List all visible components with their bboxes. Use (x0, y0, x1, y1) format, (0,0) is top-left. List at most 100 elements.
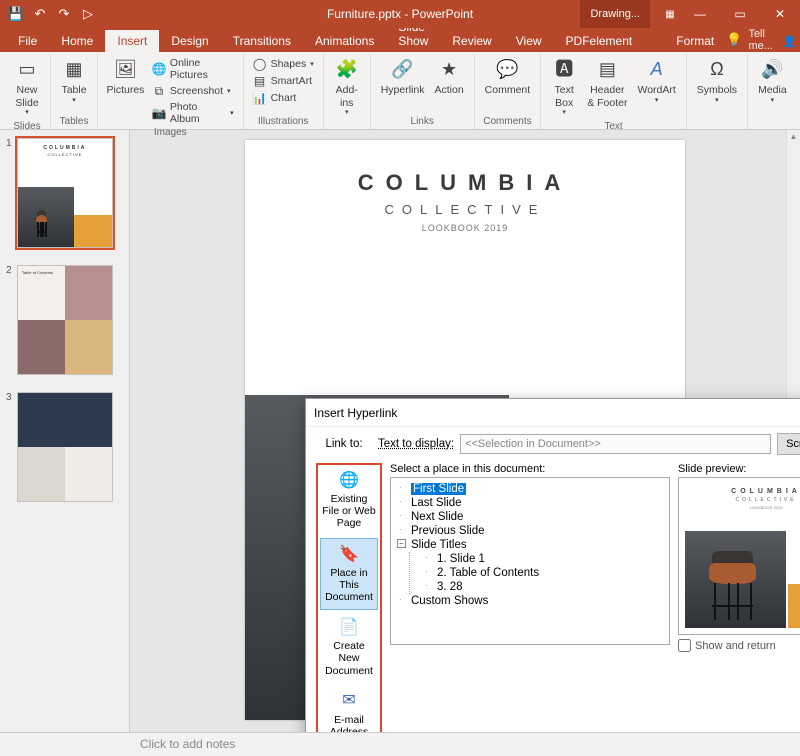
action-label: Action (434, 84, 463, 97)
wordart-icon: A (645, 58, 669, 82)
tab-view[interactable]: View (504, 30, 554, 52)
document-place-tree[interactable]: First Slide Last Slide Next Slide Previo… (390, 477, 670, 645)
action-button[interactable]: ★Action (430, 56, 467, 99)
close-icon[interactable]: ✕ (760, 0, 800, 28)
tab-design[interactable]: Design (159, 30, 220, 52)
photo-album-button[interactable]: 📷Photo Album ▾ (149, 100, 237, 126)
linkto-existing-file[interactable]: 🌐 Existing File or Web Page (320, 465, 378, 535)
table-label: Table (61, 84, 86, 97)
ribbon-tabs: File Home Insert Design Transitions Anim… (0, 28, 800, 52)
tab-transitions[interactable]: Transitions (221, 30, 303, 52)
screentip-button[interactable]: ScreenTip... (777, 433, 800, 455)
table-button[interactable]: ▦ Table ▾ (57, 56, 91, 107)
tree-slide-2[interactable]: 2. Table of Contents (423, 566, 663, 580)
tab-insert[interactable]: Insert (105, 30, 159, 52)
tree-first-slide[interactable]: First Slide (397, 482, 663, 496)
tab-format[interactable]: Format (664, 30, 726, 52)
tab-animations[interactable]: Animations (303, 30, 386, 52)
linkto-create-new[interactable]: 📄 Create New Document (320, 611, 378, 683)
tree-custom-shows[interactable]: Custom Shows (397, 594, 663, 608)
tab-file[interactable]: File (6, 30, 49, 52)
screenshot-button[interactable]: ⧉Screenshot ▾ (149, 83, 237, 99)
start-slideshow-icon[interactable]: ▷ (80, 6, 96, 22)
window-controls: ▦ — ▭ ✕ (660, 0, 800, 28)
chevron-down-icon: ▾ (562, 109, 566, 117)
group-label-tables: Tables (57, 115, 91, 129)
thumbnail-2[interactable]: 2 Table of Contents (6, 265, 123, 378)
thumbnail-card: COLUMBIA COLLECTIVE (17, 138, 113, 248)
shapes-button[interactable]: ◯Shapes ▾ (250, 56, 317, 72)
text-to-display-label: Text to display: (378, 438, 454, 450)
dialog-titlebar[interactable]: Insert Hyperlink ? ✕ (306, 399, 800, 427)
thumbnail-3[interactable]: 3 (6, 392, 123, 505)
new-slide-button[interactable]: ▭ New Slide ▾ (10, 56, 44, 120)
thumbnail-number: 3 (6, 392, 12, 403)
online-pictures-button[interactable]: 🌐Online Pictures (149, 56, 237, 82)
scroll-up-icon[interactable]: ▲ (787, 130, 800, 144)
ribbon-group-tables: ▦ Table ▾ Tables (51, 54, 98, 129)
media-button[interactable]: 🔊Media▾ (754, 56, 791, 107)
tab-review[interactable]: Review (440, 30, 503, 52)
textbox-button[interactable]: 🅰 Text Box▾ (547, 56, 581, 120)
comment-button[interactable]: 💬Comment (481, 56, 535, 99)
tree-next-slide[interactable]: Next Slide (397, 510, 663, 524)
group-label-media (754, 115, 791, 129)
new-document-icon: 📄 (336, 618, 362, 638)
tree-section: Select a place in this document: First S… (390, 463, 670, 732)
collapse-icon[interactable]: − (397, 539, 406, 548)
tree-slide-1[interactable]: 1. Slide 1 (423, 552, 663, 566)
tree-label: Select a place in this document: (390, 463, 670, 475)
tell-me-search[interactable]: 💡 Tell me... (726, 28, 773, 52)
tab-pdfelement[interactable]: PDFelement (554, 30, 645, 52)
tree-slide-3[interactable]: 3. 28 (423, 580, 663, 594)
tell-me-label: Tell me... (748, 28, 772, 52)
pictures-button[interactable]: 🖼Pictures (104, 56, 147, 99)
notes-pane[interactable]: Click to add notes (0, 732, 800, 756)
linkto-email[interactable]: ✉ E-mail Address (320, 685, 378, 732)
symbols-button[interactable]: ΩSymbols▾ (693, 56, 741, 107)
media-label: Media (758, 84, 787, 97)
titlebar: 💾 ↶ ↷ ▷ Furniture.pptx - PowerPoint Draw… (0, 0, 800, 28)
header-footer-button[interactable]: ▤Header & Footer (583, 56, 631, 111)
save-icon[interactable]: 💾 (8, 6, 24, 22)
preview-section: Slide preview: COLUMBIA COLLECTIVE LOOKB… (678, 463, 800, 732)
textbox-label: Text Box (555, 84, 574, 109)
undo-icon[interactable]: ↶ (32, 6, 48, 22)
thumbnail-1[interactable]: 1 COLUMBIA COLLECTIVE (6, 138, 123, 251)
tree-previous-slide[interactable]: Previous Slide (397, 524, 663, 538)
slide-preview: COLUMBIA COLLECTIVE LOOKBOOK 2019 INSPIR… (678, 477, 800, 635)
textbox-icon: 🅰 (552, 58, 576, 82)
redo-icon[interactable]: ↷ (56, 6, 72, 22)
ribbon: ▭ New Slide ▾ Slides ▦ Table ▾ Tables 🖼P… (0, 52, 800, 130)
document-bookmark-icon: 🔖 (336, 545, 362, 565)
maximize-icon[interactable]: ▭ (720, 0, 760, 28)
ribbon-display-options-icon[interactable]: ▦ (660, 0, 680, 28)
linkto-email-label: E-mail Address (323, 714, 375, 732)
chart-button[interactable]: 📊Chart (250, 90, 317, 106)
tree-slide-titles[interactable]: − Slide Titles (397, 538, 663, 552)
linkto-label: Link to: (316, 438, 372, 450)
screenshot-icon: ⧉ (152, 84, 166, 98)
hyperlink-button[interactable]: 🔗Hyperlink (377, 56, 429, 99)
email-icon: ✉ (336, 692, 362, 712)
smartart-button[interactable]: ▤SmartArt (250, 73, 317, 89)
header-footer-icon: ▤ (595, 58, 619, 82)
addins-button[interactable]: 🧩Add- ins▾ (330, 56, 364, 120)
share-button[interactable]: 👤 Share (773, 31, 800, 52)
preview-year: LOOKBOOK 2019 (679, 505, 800, 510)
tree-last-slide[interactable]: Last Slide (397, 496, 663, 510)
slide-canvas[interactable]: COLUMBIA COLLECTIVE LOOKBOOK 2019 h ▲ ▼ … (130, 130, 800, 732)
group-label-comments: Comments (481, 115, 535, 129)
slide-subtitle: COLLECTIVE (245, 202, 685, 217)
tab-home[interactable]: Home (49, 30, 105, 52)
show-return-input[interactable] (678, 639, 691, 652)
show-and-return-checkbox[interactable]: Show and return (678, 639, 800, 652)
linkto-place-in-document[interactable]: 🔖 Place in This Document (320, 538, 378, 610)
wordart-button[interactable]: AWordArt▾ (633, 56, 679, 107)
ribbon-group-addins: 🧩Add- ins▾ (324, 54, 371, 129)
chevron-down-icon: ▾ (227, 87, 231, 95)
minimize-icon[interactable]: — (680, 0, 720, 28)
thumbnail-card (17, 392, 113, 502)
comment-label: Comment (485, 84, 531, 97)
pictures-icon: 🖼 (113, 58, 137, 82)
